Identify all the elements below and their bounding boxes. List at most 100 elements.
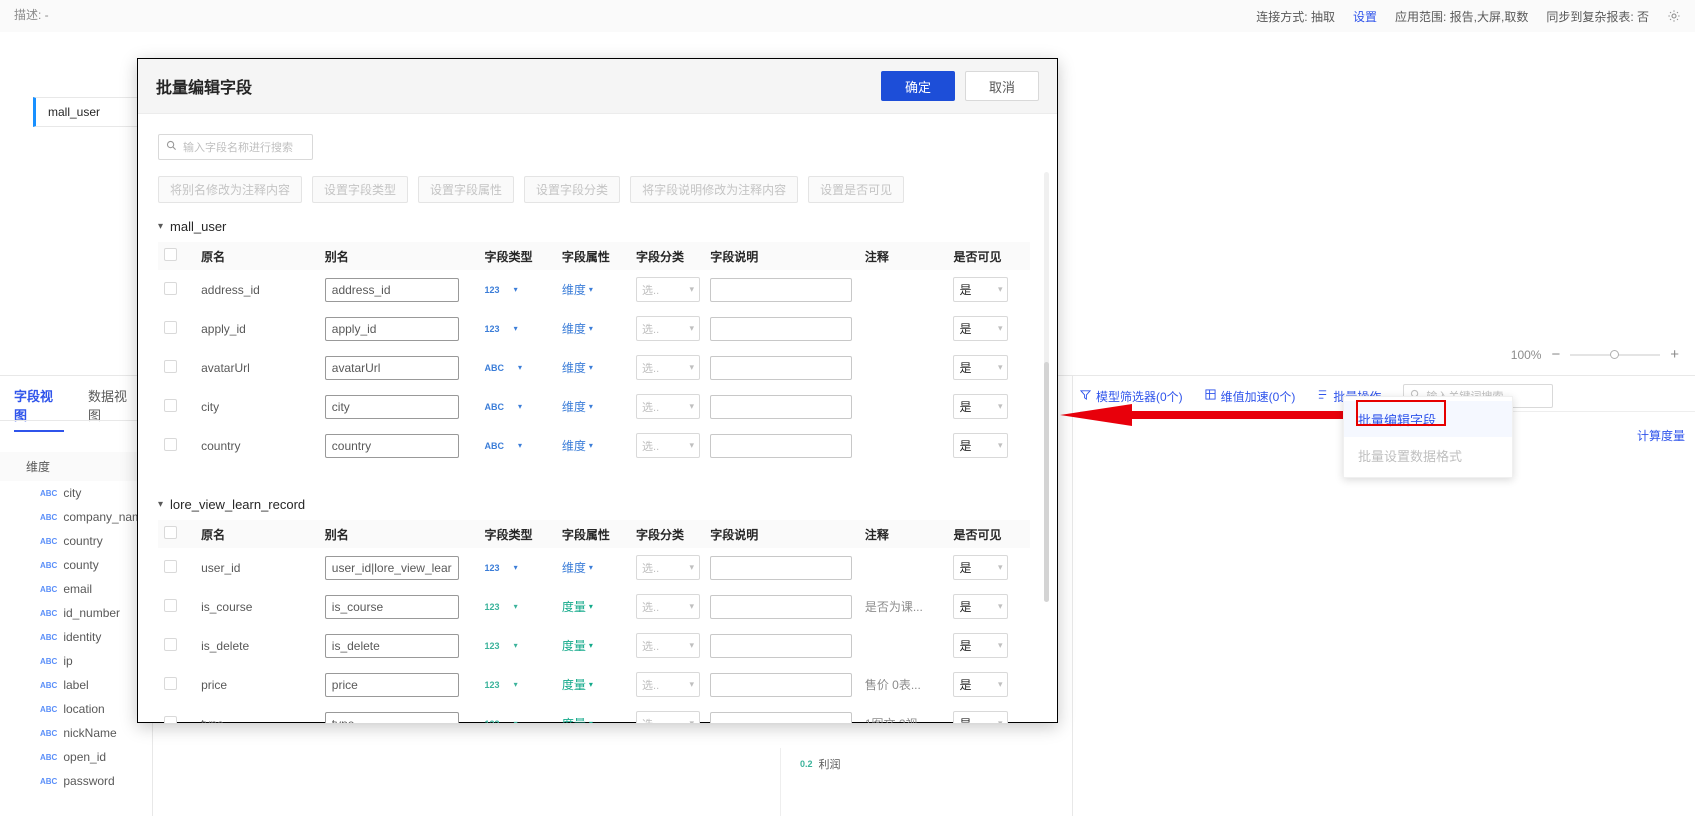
visibility-select[interactable]: 是▾ [953,711,1008,723]
visibility-select[interactable]: 是▾ [953,316,1008,341]
chevron-down-icon[interactable]: ▾ [518,441,522,450]
dropdown-item-batch-edit-fields[interactable]: 批量编辑字段 [1344,401,1512,437]
row-checkbox[interactable] [164,677,177,690]
field-classification-select[interactable]: 选..▾ [636,277,700,302]
visibility-select[interactable]: 是▾ [953,277,1008,302]
chevron-down-icon[interactable]: ▾ [514,719,518,723]
chevron-down-icon[interactable]: ▾ [518,363,522,372]
field-classification-select[interactable]: 选..▾ [636,394,700,419]
alias-input[interactable] [325,556,459,580]
sidebar-item-city[interactable]: ABCcity [0,481,152,505]
sidebar-item-nickname[interactable]: ABCnickName [0,721,152,745]
visibility-select[interactable]: 是▾ [953,633,1008,658]
field-attribute-dropdown[interactable]: 度量▾ [562,637,624,654]
chevron-down-icon[interactable]: ▾ [514,641,518,650]
tab-data-view[interactable]: 数据视图 [88,386,138,432]
bulk-action-button-3[interactable]: 设置字段分类 [524,176,620,203]
chevron-down-icon[interactable]: ▾ [158,499,163,510]
row-checkbox[interactable] [164,599,177,612]
row-checkbox[interactable] [164,560,177,573]
alias-input[interactable] [325,317,459,341]
chevron-down-icon[interactable]: ▾ [158,221,163,232]
field-description-input[interactable] [710,395,852,419]
row-checkbox[interactable] [164,282,177,295]
sidebar-item-company_name[interactable]: ABCcompany_name [0,505,152,529]
field-classification-select[interactable]: 选..▾ [636,555,700,580]
visibility-select[interactable]: 是▾ [953,555,1008,580]
chevron-down-icon[interactable]: ▾ [514,285,518,294]
cancel-button[interactable]: 取消 [965,71,1039,101]
select-all-checkbox[interactable] [164,526,177,539]
visibility-select[interactable]: 是▾ [953,672,1008,697]
sidebar-item-open_id[interactable]: ABCopen_id [0,745,152,769]
row-checkbox[interactable] [164,438,177,451]
field-description-input[interactable] [710,278,852,302]
zoom-slider[interactable] [1570,354,1660,356]
chevron-down-icon[interactable]: ▾ [514,324,518,333]
field-description-input[interactable] [710,556,852,580]
field-classification-select[interactable]: 选..▾ [636,594,700,619]
field-classification-select[interactable]: 选..▾ [636,633,700,658]
field-attribute-dropdown[interactable]: 度量▾ [562,715,624,723]
zoom-slider-handle[interactable] [1610,350,1619,359]
visibility-select[interactable]: 是▾ [953,394,1008,419]
row-checkbox[interactable] [164,360,177,373]
field-classification-select[interactable]: 选..▾ [636,355,700,380]
field-description-input[interactable] [710,317,852,341]
sidebar-item-email[interactable]: ABCemail [0,577,152,601]
sidebar-item-location[interactable]: ABClocation [0,697,152,721]
chevron-down-icon[interactable]: ▾ [518,402,522,411]
calc-measure-link[interactable]: 计算度量 [1637,427,1685,444]
sidebar-item-country[interactable]: ABCcountry [0,529,152,553]
bulk-action-button-0[interactable]: 将别名修改为注释内容 [158,176,302,203]
field-description-input[interactable] [710,434,852,458]
field-group-header-mall_user[interactable]: ▾mall_user [158,219,1037,234]
row-checkbox[interactable] [164,399,177,412]
chevron-down-icon[interactable]: ▾ [514,602,518,611]
bulk-action-button-5[interactable]: 设置是否可见 [808,176,904,203]
bulk-action-button-1[interactable]: 设置字段类型 [312,176,408,203]
zoom-in-icon[interactable]: + [1670,346,1679,363]
field-description-input[interactable] [710,712,852,724]
field-attribute-dropdown[interactable]: 维度▾ [562,559,624,576]
sidebar-item-ip[interactable]: ABCip [0,649,152,673]
field-attribute-dropdown[interactable]: 度量▾ [562,676,624,693]
sidebar-item-label[interactable]: ABClabel [0,673,152,697]
row-checkbox[interactable] [164,716,177,724]
field-classification-select[interactable]: 选..▾ [636,316,700,341]
select-all-checkbox[interactable] [164,248,177,261]
field-description-input[interactable] [710,634,852,658]
alias-input[interactable] [325,595,459,619]
field-search-input[interactable]: 输入字段名称进行搜索 [158,134,313,160]
settings-link[interactable]: 设置 [1353,8,1377,25]
dialog-scrollbar[interactable] [1044,172,1049,602]
sidebar-item-password[interactable]: ABCpassword [0,769,152,793]
sidebar-item-identity[interactable]: ABCidentity [0,625,152,649]
gear-icon[interactable] [1667,9,1681,23]
row-checkbox[interactable] [164,638,177,651]
field-attribute-dropdown[interactable]: 维度▾ [562,281,624,298]
field-attribute-dropdown[interactable]: 维度▾ [562,398,624,415]
alias-input[interactable] [325,356,459,380]
field-classification-select[interactable]: 选..▾ [636,711,700,723]
visibility-select[interactable]: 是▾ [953,433,1008,458]
field-attribute-dropdown[interactable]: 维度▾ [562,359,624,376]
sidebar-item-county[interactable]: ABCcounty [0,553,152,577]
field-description-input[interactable] [710,595,852,619]
chevron-down-icon[interactable]: ▾ [514,563,518,572]
alias-input[interactable] [325,395,459,419]
field-classification-select[interactable]: 选..▾ [636,433,700,458]
bulk-action-button-2[interactable]: 设置字段属性 [418,176,514,203]
dialog-scrollbar-thumb[interactable] [1044,362,1049,602]
field-attribute-dropdown[interactable]: 维度▾ [562,437,624,454]
alias-input[interactable] [325,434,459,458]
bulk-action-button-4[interactable]: 将字段说明修改为注释内容 [630,176,798,203]
sidebar-item-id_number[interactable]: ABCid_number [0,601,152,625]
tab-field-view[interactable]: 字段视图 [14,386,64,432]
alias-input[interactable] [325,278,459,302]
chevron-down-icon[interactable]: ▾ [514,680,518,689]
alias-input[interactable] [325,712,459,724]
alias-input[interactable] [325,673,459,697]
field-group-header-lore_view_learn_record[interactable]: ▾lore_view_learn_record [158,497,1037,512]
field-description-input[interactable] [710,356,852,380]
